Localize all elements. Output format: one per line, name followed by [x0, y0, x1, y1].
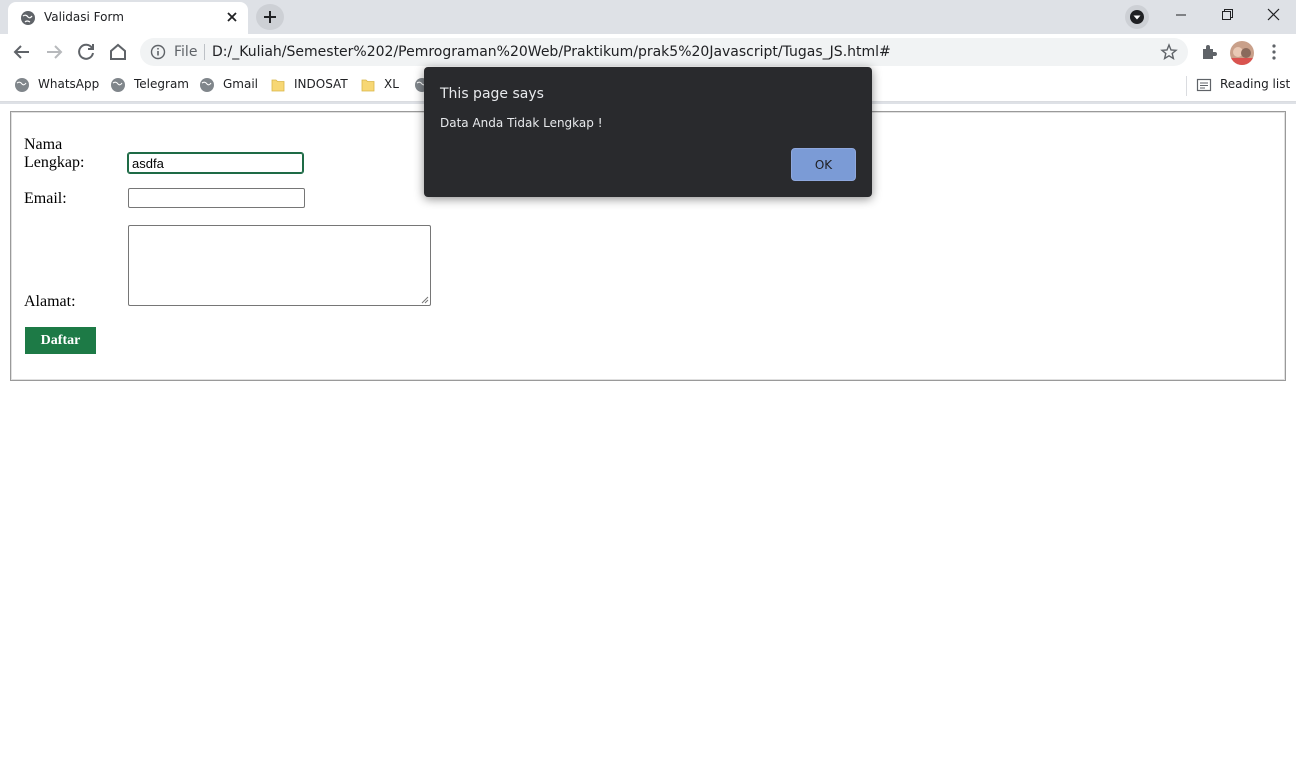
ok-button[interactable]: OK [791, 148, 856, 181]
avatar-image-icon [1230, 47, 1254, 65]
folder-icon [271, 79, 285, 92]
email-label: Email: [24, 190, 67, 207]
home-icon[interactable] [104, 38, 132, 66]
folder-icon [361, 79, 375, 92]
reload-icon[interactable] [72, 38, 100, 66]
bookmark-star-icon[interactable] [1160, 43, 1178, 61]
nama-label-line1: Nama [24, 136, 63, 153]
resize-grip-icon[interactable] [421, 296, 429, 304]
dialog-title: This page says [440, 86, 544, 102]
browser-tab[interactable]: Validasi Form [8, 2, 248, 34]
forward-icon[interactable] [40, 38, 68, 66]
extensions-icon[interactable] [1200, 43, 1218, 61]
url-text[interactable]: D:/_Kuliah/Semester%202/Pemrograman%20We… [212, 44, 891, 60]
more-menu-icon[interactable] [1266, 43, 1282, 61]
email-input[interactable] [128, 188, 305, 208]
bookmark-label: INDOSAT [294, 77, 348, 91]
bookmark-label: Gmail [223, 77, 259, 91]
nama-lengkap-input[interactable] [127, 152, 304, 174]
scheme-label: File [174, 44, 198, 60]
close-icon [1267, 8, 1280, 21]
tab-strip: Validasi Form [0, 0, 1296, 34]
daftar-submit-button[interactable]: Daftar [25, 327, 96, 354]
bookmark-label: Telegram [134, 77, 189, 91]
close-tab-icon[interactable] [224, 9, 240, 25]
back-icon[interactable] [8, 38, 36, 66]
profile-menu-icon[interactable] [1124, 4, 1150, 30]
restore-button[interactable] [1204, 0, 1250, 30]
new-tab-button[interactable] [256, 4, 284, 30]
reading-list-icon [1196, 78, 1212, 92]
globe-icon [21, 11, 35, 25]
minimize-button[interactable] [1158, 0, 1204, 30]
close-window-button[interactable] [1250, 0, 1296, 30]
globe-icon [111, 78, 125, 92]
tab-title: Validasi Form [44, 10, 124, 24]
alert-dialog: This page says Data Anda Tidak Lengkap !… [424, 67, 872, 197]
minimize-icon [1176, 14, 1186, 16]
bookmark-label: XL [384, 77, 399, 91]
globe-icon [15, 78, 29, 92]
avatar[interactable] [1230, 41, 1254, 65]
dialog-message: Data Anda Tidak Lengkap ! [440, 116, 603, 130]
info-icon[interactable] [150, 44, 166, 60]
browser-toolbar: File D:/_Kuliah/Semester%202/Pemrograman… [0, 34, 1296, 70]
restore-icon [1222, 9, 1233, 20]
reading-list-label: Reading list [1220, 77, 1291, 91]
bookmark-label: WhatsApp [38, 77, 100, 91]
nama-label-line2: Lengkap: [24, 154, 85, 171]
address-divider [204, 44, 205, 60]
page-content: Nama Lengkap: Email: Alamat: Daftar [0, 104, 1296, 768]
plus-icon [264, 11, 276, 23]
globe-icon [200, 78, 214, 92]
alamat-textarea[interactable] [128, 225, 431, 306]
bookmarks-divider [1186, 76, 1187, 96]
address-bar[interactable]: File D:/_Kuliah/Semester%202/Pemrograman… [140, 38, 1188, 66]
alamat-label: Alamat: [24, 293, 76, 310]
